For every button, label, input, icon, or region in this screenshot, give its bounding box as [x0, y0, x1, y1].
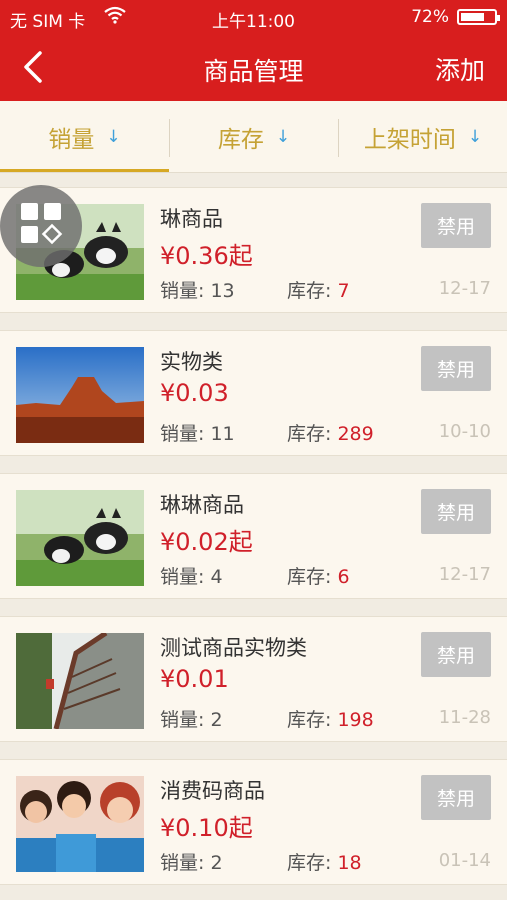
sort-tab-listing-time[interactable]: 上架时间 ↓ — [339, 101, 507, 173]
product-name: 琳琳商品 — [160, 493, 244, 517]
listing-date: 01-14 — [438, 850, 491, 871]
listing-date: 10-10 — [438, 421, 491, 442]
sales-count: 销量: 2 — [160, 852, 223, 874]
active-tab-indicator — [0, 169, 169, 172]
product-item[interactable]: 琳琳商品 ¥0.02起 销量: 4 库存: 6 12-17 禁用 — [0, 473, 507, 599]
sales-count: 销量: 11 — [160, 423, 235, 445]
product-price: ¥0.01 — [160, 665, 229, 693]
assistive-touch-button[interactable] — [0, 185, 82, 267]
arrow-down-icon: ↓ — [106, 127, 121, 147]
arrow-down-icon: ↓ — [275, 127, 291, 147]
add-button[interactable]: 添加 — [435, 51, 485, 87]
product-name: 实物类 — [160, 350, 223, 374]
battery-icon — [457, 9, 500, 25]
sort-tab-label: 库存 — [217, 127, 264, 153]
sort-bar: 销量 ↓ 库存 ↓ 上架时间 ↓ — [0, 101, 507, 173]
disable-button[interactable]: 禁用 — [421, 203, 491, 248]
sales-count: 销量: 4 — [160, 566, 223, 588]
product-item[interactable]: 实物类 ¥0.03 销量: 11 库存: 289 10-10 禁用 — [0, 330, 507, 456]
disable-button[interactable]: 禁用 — [421, 346, 491, 391]
product-price: ¥0.03 — [160, 379, 229, 407]
product-name: 琳商品 — [160, 207, 223, 231]
product-name: 消费码商品 — [160, 779, 265, 803]
stock-count: 库存: 18 — [287, 852, 362, 874]
listing-date: 12-17 — [438, 564, 491, 585]
listing-date: 11-28 — [438, 707, 491, 728]
battery-percent: 72% — [411, 7, 449, 27]
disable-button[interactable]: 禁用 — [421, 489, 491, 534]
stock-count: 库存: 7 — [287, 280, 350, 302]
product-thumbnail — [16, 776, 144, 872]
product-thumbnail — [16, 490, 144, 586]
product-price: ¥0.36起 — [160, 242, 253, 270]
product-price: ¥0.02起 — [160, 528, 253, 556]
disable-button[interactable]: 禁用 — [421, 632, 491, 677]
page-title: 商品管理 — [203, 57, 304, 86]
stock-count: 库存: 289 — [287, 423, 374, 445]
sales-count: 销量: 13 — [160, 280, 235, 302]
product-thumbnail — [16, 633, 144, 729]
stock-count: 库存: 6 — [287, 566, 350, 588]
header: 无 SIM 卡 上午11:00 72% 商品管理 添加 — [0, 0, 507, 101]
sort-tab-sales[interactable]: 销量 ↓ — [0, 101, 169, 173]
sort-tab-stock[interactable]: 库存 ↓ — [170, 101, 338, 173]
product-name: 测试商品实物类 — [160, 636, 307, 660]
stock-count: 库存: 198 — [287, 709, 374, 731]
listing-date: 12-17 — [438, 278, 491, 299]
product-price: ¥0.10起 — [160, 814, 253, 842]
sort-tab-label: 上架时间 — [363, 127, 456, 153]
sort-tab-label: 销量 — [48, 127, 95, 153]
disable-button[interactable]: 禁用 — [421, 775, 491, 820]
nav-bar: 商品管理 添加 — [0, 34, 507, 101]
product-thumbnail — [16, 347, 144, 443]
product-item[interactable]: 消费码商品 ¥0.10起 销量: 2 库存: 18 01-14 禁用 — [0, 759, 507, 885]
grid-icon — [21, 203, 63, 245]
status-bar: 无 SIM 卡 上午11:00 72% — [0, 0, 507, 34]
product-item[interactable]: 测试商品实物类 ¥0.01 销量: 2 库存: 198 11-28 禁用 — [0, 616, 507, 742]
arrow-down-icon: ↓ — [467, 127, 483, 147]
sales-count: 销量: 2 — [160, 709, 223, 731]
